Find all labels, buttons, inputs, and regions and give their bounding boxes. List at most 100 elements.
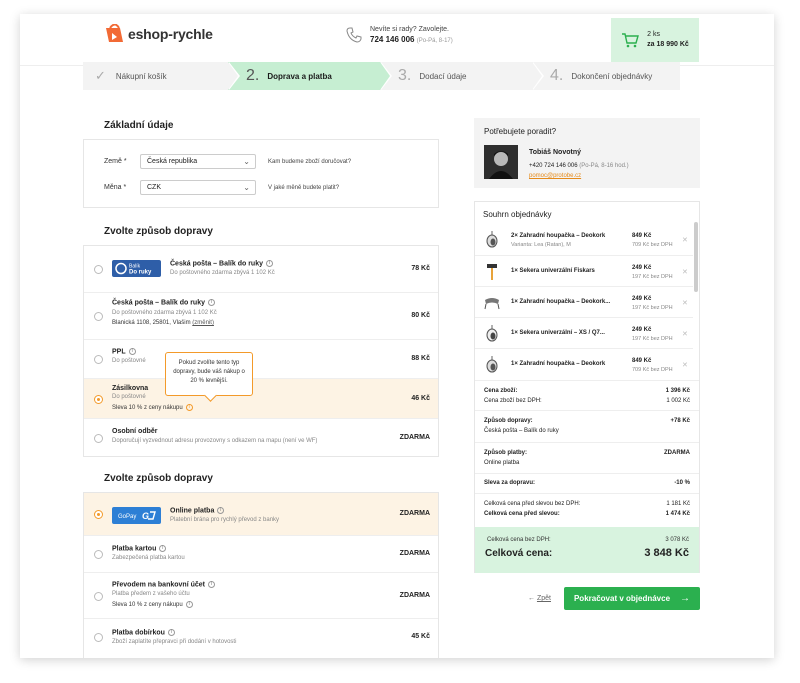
phone-icon [346, 27, 362, 43]
remove-item-icon[interactable]: ✕ [682, 268, 688, 276]
item-name-text: Zahradní houpačka – Deokork [519, 361, 606, 367]
step-label: Doprava a platba [267, 71, 332, 81]
goods-price-line: Cena zboží: 1 396 Kč [484, 388, 690, 394]
payment-options: GoPay G Online platba i Platební brána pr… [83, 492, 439, 658]
item-name: 1× Sekera univerzální – XS / Q7... [511, 330, 605, 336]
arrow-left-icon: ← [528, 595, 535, 602]
step-cart[interactable]: ✓ Nákupní košík [83, 62, 240, 90]
radio[interactable] [94, 633, 103, 642]
back-link[interactable]: ← Zpět [528, 595, 551, 602]
line-label: Celková cena před slevou: [484, 511, 560, 517]
remove-item-icon[interactable]: ✕ [682, 299, 688, 307]
remove-item-icon[interactable]: ✕ [682, 361, 688, 369]
info-icon[interactable]: i [167, 629, 175, 636]
item-qty: 1× [511, 268, 518, 274]
continue-label: Pokračovat v objednávce [573, 594, 671, 603]
radio[interactable] [94, 592, 103, 601]
section-title-payment: Zvolte způsob dopravy [104, 473, 213, 484]
info-icon[interactable]: i [159, 545, 167, 552]
info-icon[interactable]: i [217, 507, 225, 514]
help-phone-number[interactable]: +420 724 146 006 [529, 163, 578, 169]
contact: Nevíte si rady? Zavolejte. 724 146 006 (… [346, 26, 453, 44]
item-qty: 2× [511, 233, 518, 239]
currency-row: Měna * CZK ⌄ V jaké měně budete platit? [104, 180, 339, 195]
payment-option-online[interactable]: GoPay G Online platba i Platební brána pr… [84, 493, 438, 535]
info-icon[interactable]: i [207, 581, 215, 588]
option-price: ZDARMA [399, 592, 430, 599]
help-title: Potřebujete poradit? [484, 127, 557, 136]
step-number: 2. [246, 67, 260, 84]
logo-text: eshop-rychle [128, 26, 213, 42]
shipping-option-ceska-posta[interactable]: Balík Do ruky Česká pošta – Balík do ruk… [84, 246, 438, 292]
discount-text: Sleva 10 % z ceny nákupu [112, 602, 183, 609]
contact-phone[interactable]: 724 146 006 (Po-Pá, 8-17) [370, 35, 453, 44]
info-icon[interactable]: i [185, 404, 193, 411]
info-icon[interactable]: i [265, 260, 273, 267]
goods-price-nv-line: Cena zboží bez DPH: 1 002 Kč [484, 398, 690, 404]
item-price-no-vat: 197 Kč bez DPH [632, 305, 673, 311]
step-shipping-payment[interactable]: 2. Doprava a platba [228, 62, 392, 90]
step-label: Dodací údaje [419, 71, 467, 81]
shipping-option-pickup[interactable]: Osobní odběr Doporučují vyzvednout adres… [84, 418, 438, 458]
check-icon: ✓ [95, 68, 106, 83]
swing-chair-thumb [486, 356, 498, 373]
total-label: Celková cena: [485, 548, 553, 559]
summary-scrollbar[interactable] [694, 222, 698, 292]
radio[interactable] [94, 355, 103, 364]
axe-thumb [487, 264, 497, 280]
summary-item: 1× Sekera univerzální Fiskars 249 Kč 197… [475, 255, 693, 286]
before-discount-line: Celková cena před slevou: 1 474 Kč [484, 511, 690, 517]
payment-option-card[interactable]: Platba kartou i Zabezpečená platba kartou… [84, 535, 438, 572]
shipping-option-ceska-posta-2[interactable]: Česká pošta – Balík do ruky i Do poštovné… [84, 292, 438, 339]
help-name: Tobiáš Novotný [529, 149, 581, 156]
remove-item-icon[interactable]: ✕ [682, 236, 688, 244]
option-title: Platba kartou i [112, 545, 167, 552]
cart-button[interactable]: 2 ks za 18 990 Kč [611, 18, 699, 62]
step-delivery[interactable]: 3. Dodací údaje [380, 62, 544, 90]
swing-chair-thumb [486, 325, 498, 342]
currency-select[interactable]: CZK ⌄ [140, 180, 256, 195]
radio-selected[interactable] [94, 510, 103, 519]
radio[interactable] [94, 265, 103, 274]
continue-button[interactable]: Pokračovat v objednávce → [564, 587, 700, 610]
line-value: ZDARMA [664, 450, 690, 456]
radio[interactable] [94, 312, 103, 321]
shipping-option-zasilkovna[interactable]: Zásilkovna Do poštovné Sleva 10 % z ceny… [84, 378, 438, 418]
info-icon[interactable]: i [207, 299, 215, 306]
item-price: 849 Kč [632, 233, 652, 239]
line-label: Celková cena před slevou bez DPH: [484, 501, 581, 507]
contact-phone-number[interactable]: 724 146 006 [370, 35, 415, 44]
shipping-option-ppl[interactable]: PPL i Do poštovné 88 Kč [84, 339, 438, 378]
logo[interactable]: eshop-rychle [104, 24, 213, 44]
cart-icon [622, 33, 640, 48]
item-name-text: Zahradní houpačka – Deokork... [519, 299, 611, 305]
header: eshop-rychle Nevíte si rady? Zavolejte. … [20, 14, 774, 66]
option-title-text: Česká pošta – Balík do ruky [112, 299, 205, 307]
back-label: Zpět [536, 595, 551, 602]
currency-label: Měna * [104, 184, 127, 191]
person-photo [484, 145, 518, 179]
svg-text:GoPay: GoPay [118, 514, 136, 520]
change-address-link[interactable]: (změnit) [192, 320, 214, 326]
checkout-steps: ✓ Nákupní košík 2. Doprava a platba 3. D… [83, 62, 680, 90]
radio[interactable] [94, 434, 103, 443]
option-subtitle: Do poštovného zdarma zbývá 1 102 Kč [170, 270, 275, 276]
remove-item-icon[interactable]: ✕ [682, 330, 688, 338]
step-number: 4. [550, 67, 564, 84]
radio[interactable] [94, 550, 103, 559]
line-value: +78 Kč [670, 418, 690, 424]
info-icon[interactable]: i [128, 348, 136, 355]
payment-option-transfer[interactable]: Převodem na bankovní účet i Platba předem… [84, 572, 438, 618]
step-finish[interactable]: 4. Dokončení objednávky [532, 62, 680, 90]
item-price: 249 Kč [632, 296, 652, 302]
info-icon[interactable]: i [185, 601, 193, 608]
country-select[interactable]: Česká republika ⌄ [140, 154, 256, 169]
item-qty: 1× [511, 361, 518, 367]
payment-option-cod[interactable]: Platba dobírkou i Zboží zaplatíte přeprav… [84, 618, 438, 659]
help-email-link[interactable]: pomoc@protobe.cz [529, 173, 581, 179]
summary-item: 1× Sekera univerzální – XS / Q7... 249 K… [475, 317, 693, 348]
step-label: Dokončení objednávky [571, 71, 653, 81]
line-value: 1 474 Kč [665, 511, 690, 517]
radio-selected[interactable] [94, 395, 103, 404]
item-qty: 1× [511, 299, 518, 305]
